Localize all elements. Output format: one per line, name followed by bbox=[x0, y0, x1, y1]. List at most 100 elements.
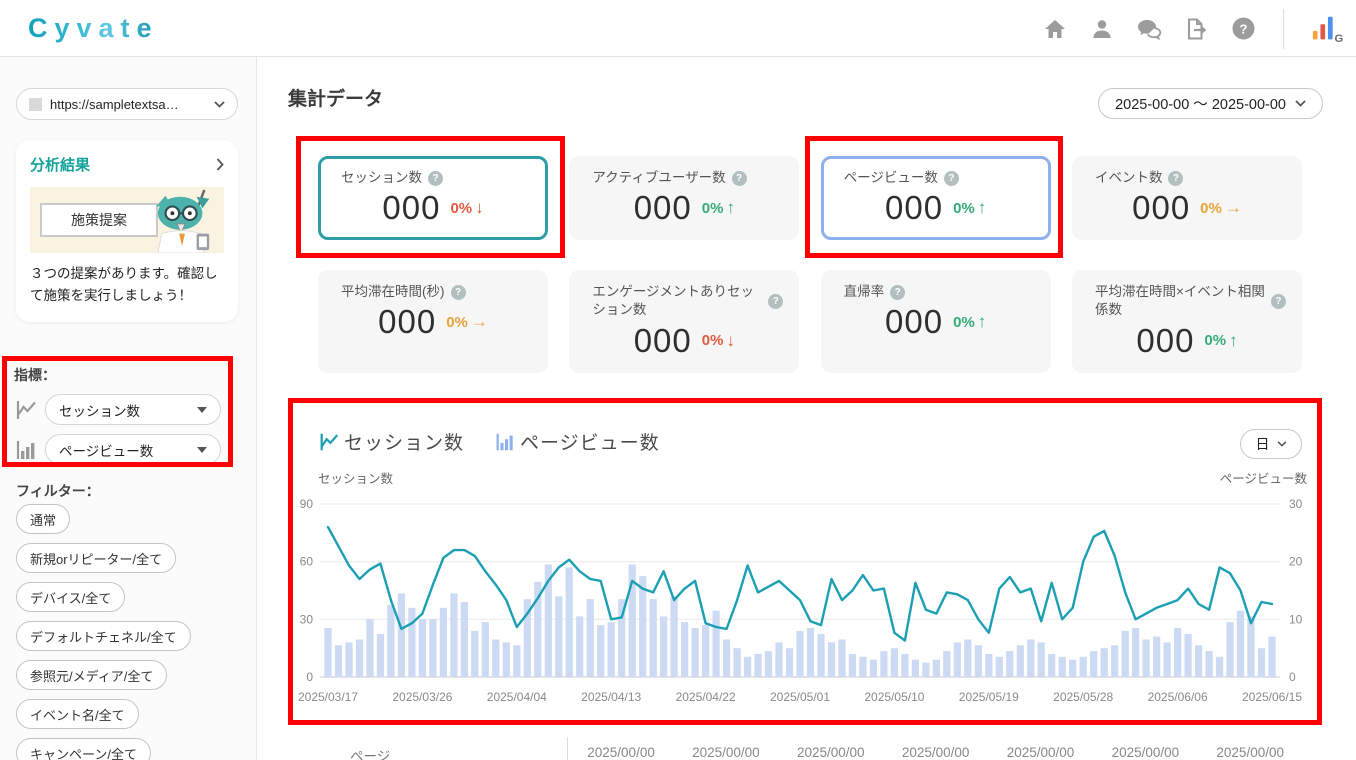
svg-text:2025/06/15: 2025/06/15 bbox=[1242, 690, 1302, 704]
help-icon[interactable]: ? bbox=[428, 170, 443, 186]
trend-flat-icon: → bbox=[1224, 198, 1242, 218]
svg-text:10: 10 bbox=[1289, 612, 1303, 626]
proposal-button[interactable]: 施策提案 bbox=[40, 203, 158, 237]
user-icon[interactable] bbox=[1089, 16, 1115, 42]
table-date-header: 2025/00/00 bbox=[1006, 745, 1075, 760]
kpi-card-3[interactable]: イベント数? 000 0% → bbox=[1071, 156, 1302, 241]
right-axis-label: ページビュー数 bbox=[1219, 472, 1307, 486]
help-icon[interactable]: ? bbox=[731, 170, 747, 186]
dropdown-arrow-icon bbox=[197, 406, 207, 413]
analysis-results-card: 分析結果 施策提案 ３つの提案があります。確認して施策を実行しましょう！ bbox=[16, 140, 238, 322]
left-axis-label: セッション数 bbox=[318, 472, 394, 486]
trend-up-icon: ↑ bbox=[726, 198, 735, 218]
filter-pill[interactable]: デフォルトチェネル/全て bbox=[16, 621, 191, 651]
main-content: 集計データ 2025-00-00 ～ 2025-00-00 セッション数? 000… bbox=[257, 57, 1356, 760]
trend-up-icon: ↑ bbox=[977, 198, 987, 218]
table-date-headers: 2025/00/00 2025/00/00 2025/00/00 2025/00/00… bbox=[550, 745, 1284, 760]
svg-text:2025/04/04: 2025/04/04 bbox=[487, 690, 547, 704]
metric-select-line[interactable]: セッション数 bbox=[45, 394, 221, 425]
kpi-card-0[interactable]: セッション数? 000 0% ↓ bbox=[318, 156, 548, 241]
kpi-label: 平均滞在時間(秒) bbox=[341, 284, 445, 300]
help-icon[interactable]: ? bbox=[890, 284, 906, 300]
filter-pill[interactable]: 参照元/メディア/全て bbox=[16, 660, 168, 690]
svg-text:30: 30 bbox=[1289, 497, 1303, 511]
timeseries-chart[interactable]: 0 30 60 90 0 10 20 30 2025/03/17 2025/03/26 2025/0… bbox=[290, 486, 1318, 706]
site-url: https://sampletextsa… bbox=[50, 96, 179, 112]
help-icon[interactable]: ? bbox=[943, 170, 959, 186]
site-favicon-placeholder bbox=[29, 97, 42, 111]
metric-select-bar[interactable]: ページビュー数 bbox=[45, 434, 221, 465]
kpi-change: 0% → bbox=[446, 312, 488, 332]
kpi-value: 000 bbox=[1136, 321, 1195, 359]
svg-text:30: 30 bbox=[300, 612, 314, 626]
kpi-value: 000 bbox=[1132, 189, 1191, 227]
chat-icon[interactable] bbox=[1136, 16, 1162, 42]
mascot-illustration bbox=[155, 189, 210, 253]
kpi-card-2[interactable]: ページビュー数? 000 0% ↑ bbox=[820, 156, 1051, 241]
svg-text:0: 0 bbox=[1289, 670, 1296, 684]
header-divider bbox=[1283, 8, 1284, 49]
app-header: Cyvate ? G bbox=[0, 0, 1356, 57]
kpi-card-1[interactable]: アクティブユーザー数? 000 0% ↑ bbox=[569, 156, 800, 241]
table-col-page: ページ bbox=[350, 749, 391, 760]
bar-chart-icon bbox=[496, 433, 513, 450]
table-date-header: 2025/00/00 bbox=[587, 745, 655, 760]
help-icon[interactable]: ? bbox=[1168, 170, 1184, 186]
site-selector[interactable]: https://sampletextsa… bbox=[16, 88, 238, 120]
svg-text:2025/03/17: 2025/03/17 bbox=[298, 690, 358, 704]
svg-text:20: 20 bbox=[1289, 555, 1303, 569]
trend-up-icon: ↑ bbox=[977, 312, 987, 332]
svg-text:2025/05/19: 2025/05/19 bbox=[959, 690, 1019, 704]
kpi-card-7[interactable]: 平均滞在時間×イベント相関係数? 000 0% ↑ bbox=[1071, 270, 1302, 373]
chevron-right-icon[interactable] bbox=[216, 158, 224, 171]
kpi-label: イベント数 bbox=[1094, 170, 1163, 185]
filter-pill[interactable]: デバイス/全て bbox=[16, 582, 126, 612]
filter-pill[interactable]: イベント名/全て bbox=[16, 699, 139, 729]
svg-text:60: 60 bbox=[300, 555, 314, 569]
kpi-change: 0% ↑ bbox=[701, 198, 735, 218]
svg-text:2025/05/28: 2025/05/28 bbox=[1053, 690, 1113, 704]
filters-label: フィルター： bbox=[16, 483, 100, 499]
legend-item: セッション数 bbox=[318, 428, 464, 455]
kpi-card-4[interactable]: 平均滞在時間(秒)? 000 0% → bbox=[318, 270, 548, 373]
header-icon-bar: ? G bbox=[1042, 0, 1343, 57]
kpi-card-6[interactable]: 直帰率? 000 0% ↑ bbox=[820, 270, 1051, 373]
google-analytics-icon[interactable]: G bbox=[1311, 16, 1343, 44]
svg-text:?: ? bbox=[1239, 22, 1247, 37]
line-chart-icon bbox=[16, 400, 36, 419]
kpi-change: 0% → bbox=[1200, 198, 1242, 218]
help-icon[interactable]: ? bbox=[1270, 293, 1286, 309]
granularity-value: 日 bbox=[1255, 436, 1270, 452]
kpi-label: セッション数 bbox=[341, 170, 422, 185]
page-title: 集計データ bbox=[288, 89, 384, 110]
help-icon[interactable]: ? bbox=[768, 293, 784, 309]
kpi-change: 0% ↑ bbox=[953, 312, 987, 332]
trend-up-icon: ↑ bbox=[1229, 330, 1238, 350]
kpi-value: 000 bbox=[378, 303, 437, 341]
app-logo[interactable]: Cyvate bbox=[28, 13, 159, 44]
app-page: Cyvate ? G https://sampletextsa… 分析結果 施策… bbox=[0, 0, 1356, 760]
export-document-icon[interactable] bbox=[1183, 16, 1209, 42]
kpi-label: ページビュー数 bbox=[843, 170, 938, 185]
legend-label: ページビュー数 bbox=[520, 433, 660, 454]
legend-item: ページビュー数 bbox=[494, 428, 660, 455]
kpi-card-5[interactable]: エンゲージメントありセッション数? 000 0% ↓ bbox=[569, 270, 800, 373]
help-icon[interactable]: ? bbox=[450, 284, 466, 300]
granularity-selector[interactable]: 日 bbox=[1240, 429, 1302, 459]
svg-text:2025/04/22: 2025/04/22 bbox=[676, 690, 736, 704]
metrics-label: 指標： bbox=[14, 367, 56, 383]
home-icon[interactable] bbox=[1042, 16, 1068, 42]
sidebar: https://sampletextsa… 分析結果 施策提案 ３つの提案があり… bbox=[0, 57, 257, 760]
chart-legend: セッション数 ページビュー数 bbox=[318, 428, 660, 455]
svg-text:2025/03/26: 2025/03/26 bbox=[392, 690, 452, 704]
date-range-selector[interactable]: 2025-00-00 ～ 2025-00-00 bbox=[1098, 88, 1323, 119]
svg-text:90: 90 bbox=[300, 497, 314, 511]
table-date-header: 2025/00/00 bbox=[1111, 745, 1180, 760]
bar-chart-icon bbox=[16, 440, 35, 459]
filter-pill[interactable]: キャンペーン/全て bbox=[16, 738, 151, 760]
filter-pill[interactable]: 新規orリピーター/全て bbox=[16, 543, 177, 573]
filter-pill[interactable]: 通常 bbox=[16, 504, 71, 534]
help-icon[interactable]: ? bbox=[1230, 16, 1256, 42]
chevron-down-icon bbox=[214, 100, 225, 108]
kpi-value: 000 bbox=[633, 321, 692, 359]
